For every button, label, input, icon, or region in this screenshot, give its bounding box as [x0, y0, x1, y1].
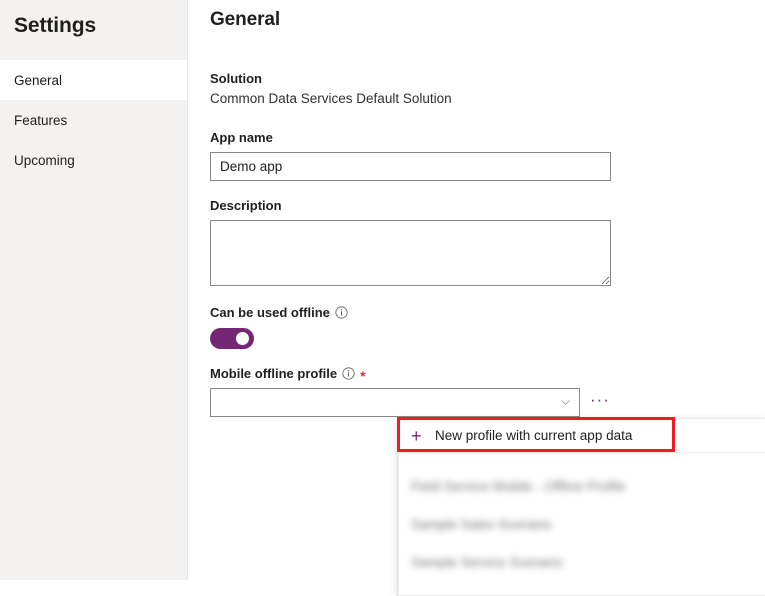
- dropdown-spacer: [399, 453, 765, 467]
- info-circle-icon[interactable]: [342, 367, 355, 380]
- required-asterisk: *: [360, 369, 365, 383]
- sidebar: Settings General Features Upcoming: [0, 0, 188, 580]
- mobile-offline-profile-label-text: Mobile offline profile: [210, 366, 337, 381]
- main-content: General Solution Common Data Services De…: [188, 0, 765, 580]
- offline-toggle-field: Can be used offline: [210, 305, 765, 349]
- description-label: Description: [210, 198, 765, 213]
- toggle-knob: [236, 332, 249, 345]
- general-settings-form: Solution Common Data Services Default So…: [188, 71, 765, 417]
- dropdown-spacer-bottom: [399, 581, 765, 595]
- solution-field: Solution Common Data Services Default So…: [210, 71, 765, 106]
- description-label-text: Description: [210, 198, 282, 213]
- dropdown-item-new-profile[interactable]: + New profile with current app data: [399, 419, 765, 453]
- solution-label: Solution: [210, 71, 765, 86]
- solution-label-text: Solution: [210, 71, 262, 86]
- mobile-offline-profile-field: Mobile offline profile *: [210, 366, 765, 417]
- app-name-input[interactable]: [210, 152, 611, 181]
- app-name-label: App name: [210, 130, 765, 145]
- plus-icon: +: [411, 427, 425, 445]
- sidebar-item-label: Upcoming: [14, 153, 75, 168]
- app-name-label-text: App name: [210, 130, 273, 145]
- dropdown-item-option-2[interactable]: Sample Sales Scenario: [399, 505, 765, 543]
- info-circle-icon[interactable]: [335, 306, 348, 319]
- mobile-offline-profile-label: Mobile offline profile *: [210, 366, 765, 381]
- dropdown-item-label: New profile with current app data: [435, 428, 632, 443]
- offline-toggle-label-text: Can be used offline: [210, 305, 330, 320]
- sidebar-nav-list: General Features Upcoming: [0, 60, 187, 180]
- sidebar-item-general[interactable]: General: [0, 60, 187, 100]
- solution-value: Common Data Services Default Solution: [210, 91, 765, 106]
- description-textarea[interactable]: [210, 220, 611, 286]
- more-options-button[interactable]: ···: [588, 391, 612, 408]
- dropdown-item-label: Sample Service Scenario: [411, 555, 563, 570]
- sidebar-item-label: General: [14, 73, 62, 88]
- mobile-offline-profile-combo-row: ···: [210, 388, 765, 417]
- dropdown-item-label: Sample Sales Scenario: [411, 517, 551, 532]
- app-name-field: App name: [210, 130, 765, 181]
- chevron-down-icon[interactable]: [559, 396, 572, 409]
- mobile-offline-profile-combobox[interactable]: [210, 388, 580, 417]
- dropdown-item-option-3[interactable]: Sample Service Scenario: [399, 543, 765, 581]
- dropdown-item-option-1[interactable]: Field Service Mobile - Offline Profile: [399, 467, 765, 505]
- settings-page: Settings General Features Upcoming Gener…: [0, 0, 765, 580]
- mobile-offline-profile-dropdown: + New profile with current app data Fiel…: [398, 418, 765, 596]
- offline-toggle-label: Can be used offline: [210, 305, 765, 320]
- sidebar-item-label: Features: [14, 113, 67, 128]
- dropdown-item-label: Field Service Mobile - Offline Profile: [411, 479, 625, 494]
- sidebar-item-upcoming[interactable]: Upcoming: [0, 140, 187, 180]
- sidebar-title: Settings: [0, 0, 187, 38]
- sidebar-item-features[interactable]: Features: [0, 100, 187, 140]
- offline-toggle-switch[interactable]: [210, 328, 254, 349]
- page-title: General: [188, 0, 765, 31]
- description-field: Description: [210, 198, 765, 286]
